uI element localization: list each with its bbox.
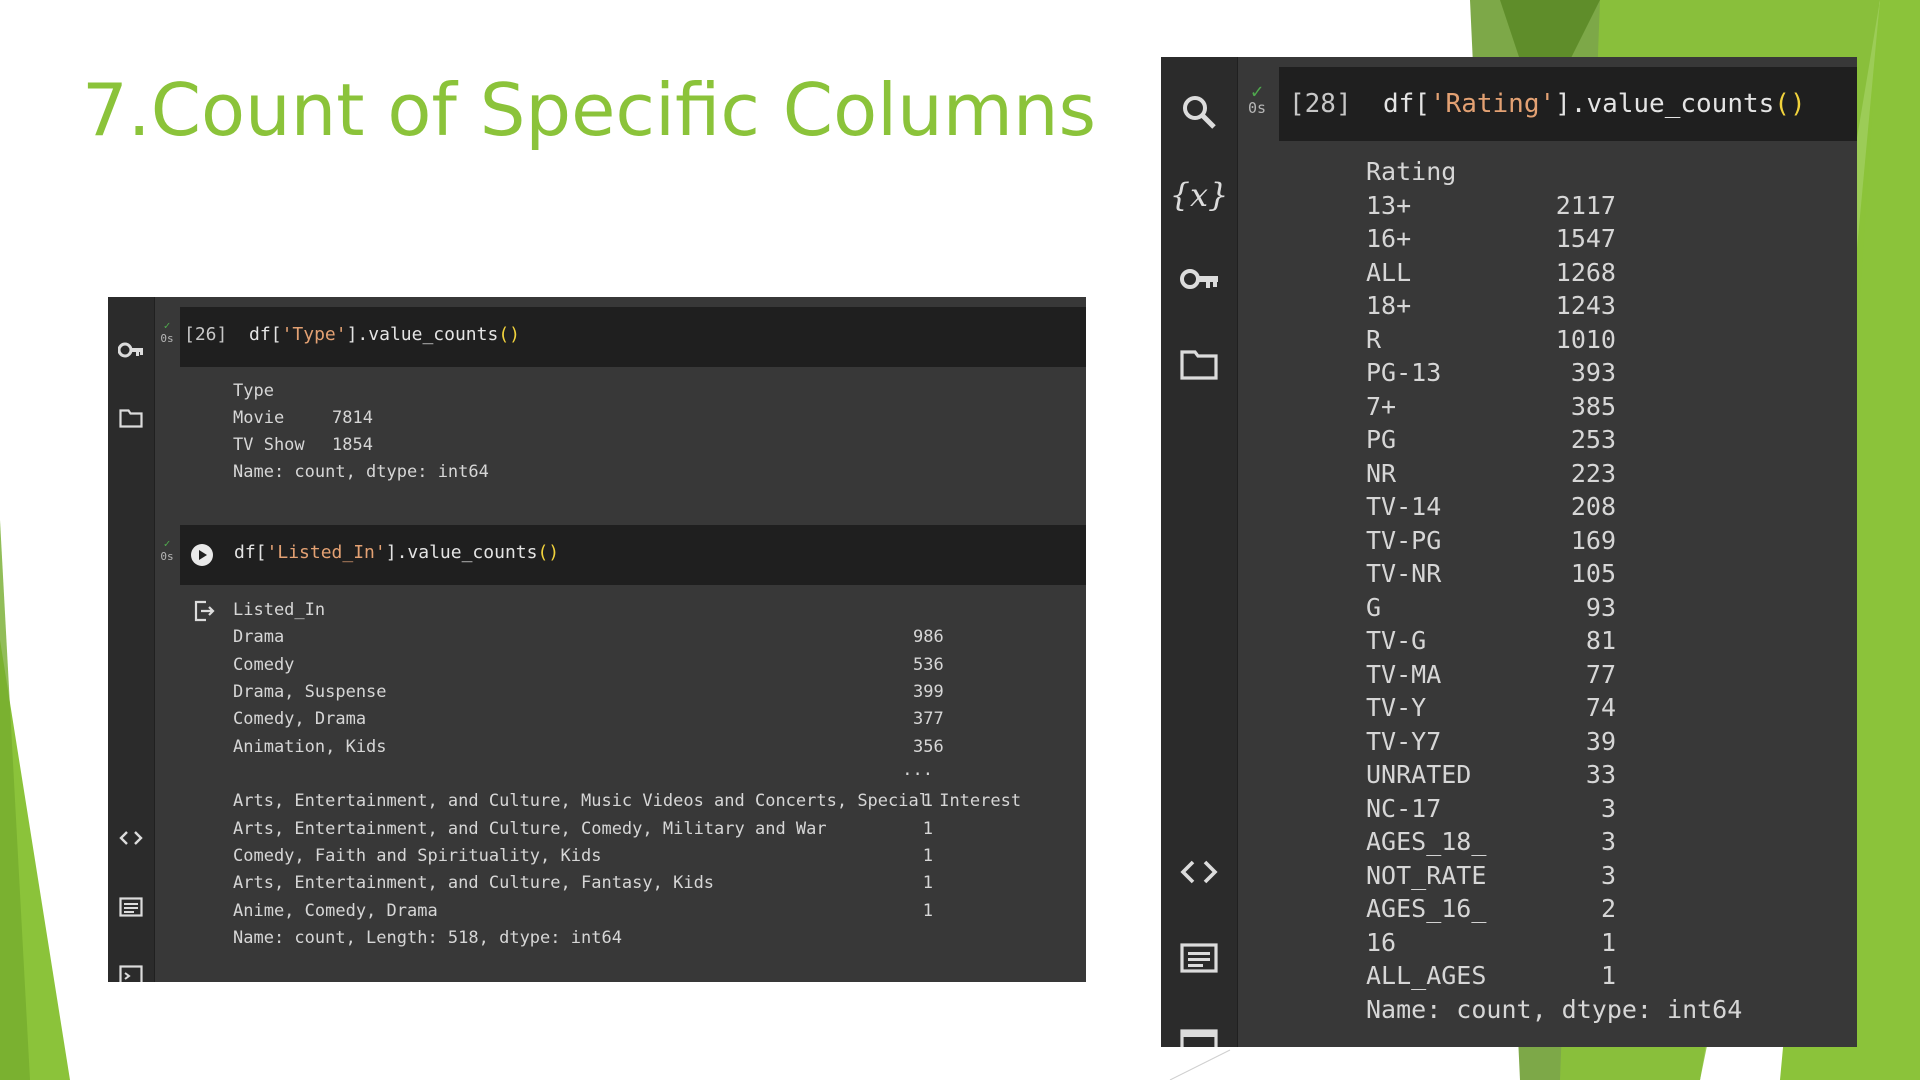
- cell-prompt: [26]: [184, 324, 228, 345]
- cell-code[interactable]: [26] df['Type'].value_counts(): [184, 324, 520, 345]
- slide-title: 7.Count of Specific Columns: [82, 68, 1097, 152]
- check-icon: ✓: [163, 319, 171, 332]
- terminal-icon[interactable]: [118, 962, 144, 982]
- code-icon[interactable]: [118, 825, 144, 851]
- folder-icon[interactable]: [118, 405, 144, 431]
- key-icon[interactable]: [118, 337, 144, 363]
- cell-status: ✓ 0s: [1245, 79, 1269, 117]
- check-icon: ✓: [163, 537, 171, 550]
- cell-code[interactable]: df['Listed_In'].value_counts(): [234, 542, 559, 563]
- list-icon[interactable]: [1179, 941, 1219, 975]
- cell-code[interactable]: [28] df['Rating'].value_counts(): [1289, 89, 1806, 119]
- cell-prompt: [28]: [1289, 89, 1352, 119]
- cell-output: Rating 13+ 2117 16+ 1547 ALL 1268 18+ 1243 R…: [1366, 157, 1743, 1024]
- run-cell-button[interactable]: [191, 544, 213, 566]
- check-icon: ✓: [1250, 79, 1264, 103]
- terminal-icon[interactable]: [1179, 1027, 1219, 1047]
- cell-output: Listed_In Drama 986 Comedy 536 Drama, Susp…: [233, 600, 1022, 948]
- notebook-screenshot-right: {𝑥} ✓ 0s [28] df['Rating'].value_counts(…: [1161, 57, 1857, 1047]
- cell-output: Type Movie 7814 TV Show 1854 Name: count, …: [233, 381, 489, 482]
- variables-icon[interactable]: {𝑥}: [1170, 175, 1229, 215]
- output-redirect-icon[interactable]: [191, 598, 217, 624]
- code-cell[interactable]: [26] df['Type'].value_counts(): [180, 307, 1086, 367]
- cell-status: ✓ 0s: [158, 319, 176, 345]
- folder-icon[interactable]: [1179, 347, 1219, 383]
- notebook-screenshot-left: ✓ 0s [26] df['Type'].value_counts() Type…: [108, 297, 1086, 982]
- cell-status: ✓ 0s: [158, 537, 176, 563]
- code-cell[interactable]: df['Listed_In'].value_counts(): [180, 525, 1086, 585]
- sidebar: {𝑥}: [1161, 57, 1238, 1047]
- search-icon[interactable]: [1179, 92, 1219, 132]
- key-icon[interactable]: [1179, 264, 1219, 294]
- code-icon[interactable]: [1179, 857, 1219, 887]
- code-cell[interactable]: [28] df['Rating'].value_counts(): [1279, 67, 1857, 141]
- sidebar: [108, 297, 155, 982]
- list-icon[interactable]: [118, 894, 144, 920]
